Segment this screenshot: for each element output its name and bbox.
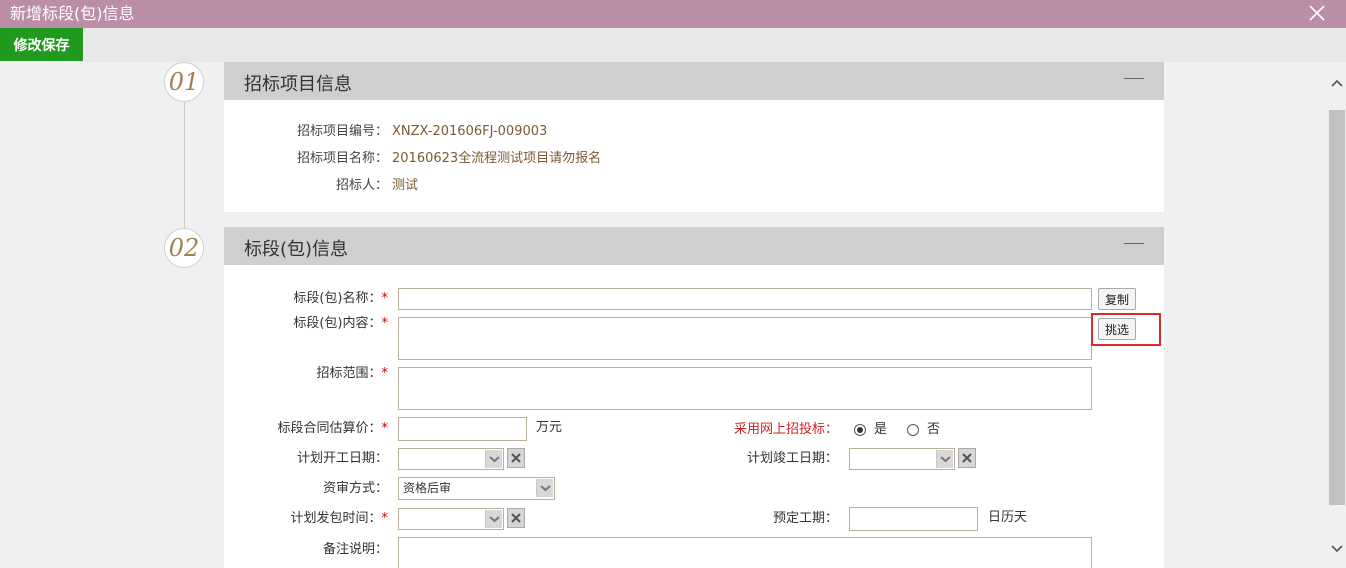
review-method-value: 资格后审 [403,481,452,495]
end-date-picker[interactable] [849,448,955,470]
end-date-clear-button[interactable] [958,448,976,468]
start-date-label: 计划开工日期： [296,451,388,466]
chevron-down-icon[interactable] [1331,544,1343,554]
step-number-2: 02 [164,228,204,268]
online-label: 采用网上招投标： [733,422,838,437]
section-content-label: 标段(包)内容：* [293,316,388,331]
remark-input[interactable] [398,537,1092,568]
online-yes-radio[interactable] [854,424,866,436]
price-unit: 万元 [536,420,563,435]
tenderer-value-row: 测试 [392,176,892,196]
select-button[interactable]: 挑选 [1098,318,1137,340]
chevron-down-icon [485,450,502,468]
clear-icon [511,513,521,523]
online-yes-label: 是 [874,422,888,437]
review-method-select[interactable]: 资格后审 [398,477,555,500]
remark-label: 备注说明： [322,542,388,557]
section-title: 标段(包)信息 [244,239,349,260]
review-method-label: 资审方式： [322,481,388,496]
project-name-value: 20160623全流程测试项目请勿报名 [392,151,602,166]
window-titlebar: 新增标段(包)信息 [0,0,1346,28]
project-name-label-row: 招标项目名称： [224,149,388,169]
online-no-radio[interactable] [907,424,919,436]
end-date-label: 计划竣工日期： [746,451,838,466]
project-code-value-row: XNZX-201606FJ-009003 [392,122,892,142]
duration-input[interactable] [849,507,978,531]
duration-unit: 日历天 [988,510,1028,525]
publish-time-label: 计划发包时间：* [290,511,388,526]
start-date-clear-button[interactable] [507,448,525,468]
project-name-value-row: 20160623全流程测试项目请勿报名 [392,149,892,169]
vertical-scrollbar[interactable] [1328,62,1346,568]
save-button[interactable]: 修改保存 [0,28,83,61]
tenderer-label: 招标人： [335,178,388,193]
tenderer-value: 测试 [392,178,419,193]
price-input[interactable] [398,417,527,441]
project-code-label-row: 招标项目编号： [224,122,388,142]
project-code-label: 招标项目编号： [296,124,388,139]
project-code-value: XNZX-201606FJ-009003 [392,124,548,139]
price-label: 标段合同估算价：* [277,421,388,436]
start-date-picker[interactable] [398,448,504,470]
copy-button[interactable]: 复制 [1098,288,1137,310]
project-name-label: 招标项目名称： [296,151,388,166]
tenderer-label-row: 招标人： [224,176,388,196]
section-content-input[interactable] [398,317,1092,360]
toolbar: 修改保存 [0,28,1346,62]
clear-icon [511,453,521,463]
section-name-input[interactable] [398,288,1092,310]
collapse-icon[interactable] [1124,78,1144,79]
chevron-down-icon [485,510,502,528]
project-info-section: 招标项目信息 招标项目编号： XNZX-201606FJ-009003 招标项目… [224,62,1164,212]
section-name-label: 标段(包)名称：* [293,291,388,306]
collapse-icon[interactable] [1124,243,1144,244]
window-title: 新增标段(包)信息 [10,4,135,23]
duration-label: 预定工期： [772,511,838,526]
chevron-up-icon[interactable] [1331,78,1343,88]
scrollbar-thumb[interactable] [1329,110,1345,505]
section-header: 标段(包)信息 [224,227,1164,265]
publish-time-clear-button[interactable] [507,508,525,528]
clear-icon [962,453,972,463]
chevron-down-icon [936,450,953,468]
online-no-label: 否 [927,422,941,437]
step-number-1: 01 [164,62,204,102]
scope-label: 招标范围：* [316,366,388,381]
scope-input[interactable] [398,367,1092,410]
section-header: 招标项目信息 [224,62,1164,100]
form-content: 01 02 招标项目信息 招标项目编号： XNZX-201606FJ-00900… [0,62,1328,568]
publish-time-picker[interactable] [398,508,504,530]
chevron-down-icon [536,479,553,497]
close-icon[interactable] [1306,2,1328,24]
section-title: 招标项目信息 [244,74,352,95]
